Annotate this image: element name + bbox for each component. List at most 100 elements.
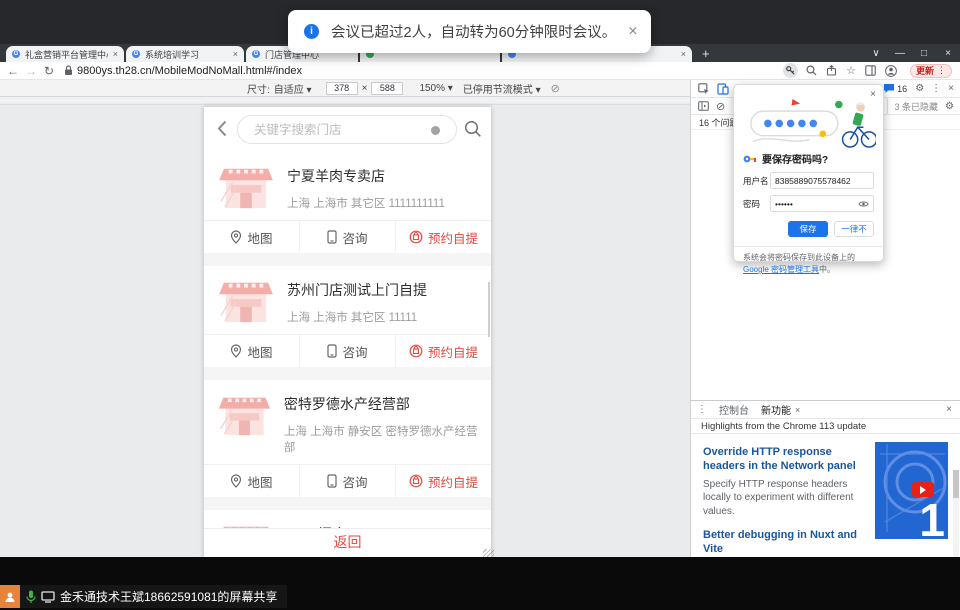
console-sidebar-icon[interactable] (698, 101, 709, 111)
side-panel-icon[interactable] (865, 65, 876, 76)
address-url[interactable]: 9800ys.th28.cn/MobileModNoMall.html#/ind… (77, 65, 302, 77)
pickup-icon (409, 474, 423, 488)
save-password-button[interactable]: 保存 (788, 221, 828, 237)
reload-icon[interactable]: ↻ (40, 64, 58, 78)
tab-title: 礼盒营销平台管理中心 (25, 48, 108, 61)
whats-new-title-1[interactable]: Override HTTP response headers in the Ne… (703, 445, 861, 474)
sharer-avatar-icon[interactable] (0, 585, 20, 608)
pickup-button[interactable]: 预约自提 (396, 221, 491, 253)
device-toolbar-icon[interactable] (717, 83, 729, 95)
map-button[interactable]: 地图 (204, 465, 300, 497)
drawer-close-icon[interactable]: × (946, 404, 952, 415)
map-button[interactable]: 地图 (204, 221, 300, 253)
share-icon[interactable] (826, 65, 837, 76)
new-tab-button[interactable]: + (702, 46, 710, 61)
drawer-menu-icon[interactable]: ⋮ (697, 404, 707, 415)
screen-share-status: 金禾通技术王斌18662591081的屏幕共享 (20, 585, 287, 608)
dimensions-label: 尺寸: (247, 81, 270, 96)
password-label: 密码 (743, 198, 770, 210)
consult-label: 咨询 (342, 472, 367, 491)
whats-new-video-thumbnail[interactable]: 1 (875, 442, 948, 539)
drawer-tab-whats-new[interactable]: 新功能 (761, 402, 791, 417)
password-manager-key-icon (743, 154, 757, 164)
tab-gift-platform[interactable]: G 礼盒营销平台管理中心 × (6, 46, 124, 62)
lock-icon (64, 65, 73, 76)
inspect-element-icon[interactable] (698, 83, 710, 95)
minimize-button[interactable]: — (888, 48, 912, 59)
viewport-width-input[interactable] (326, 82, 358, 95)
password-dots: •••••• (775, 199, 793, 209)
tab-close-icon[interactable]: × (233, 49, 238, 59)
map-label: 地图 (247, 228, 272, 247)
microphone-icon[interactable] (26, 590, 36, 604)
store-search-box[interactable] (237, 115, 457, 144)
map-pin-icon (230, 344, 242, 358)
password-key-icon[interactable] (783, 63, 798, 78)
whats-new-title-2[interactable]: Better debugging in Nuxt and Vite (703, 528, 861, 557)
mobile-search-header (204, 107, 491, 152)
store-name: 苏州门店测试上门自提 (287, 280, 427, 300)
forward-icon[interactable]: → (22, 64, 40, 78)
consult-button[interactable]: 咨询 (300, 221, 396, 253)
console-settings-icon[interactable]: ⚙ (945, 101, 954, 112)
password-manager-link[interactable]: Google 密码管理工具 (743, 265, 819, 274)
viewport-height-input[interactable] (371, 82, 403, 95)
map-label: 地图 (247, 472, 272, 491)
tab-search-icon[interactable]: ∨ (864, 48, 888, 59)
dialog-close-icon[interactable]: × (870, 89, 876, 100)
desktop: G 礼盒营销平台管理中心 × G 系统培训学习 × G 门店管理中心 × + ∨… (0, 0, 960, 610)
pickup-button[interactable]: 预约自提 (396, 465, 491, 497)
back-icon[interactable]: ← (4, 64, 22, 78)
clear-console-icon[interactable]: ⊘ (716, 100, 725, 113)
back-chevron-icon[interactable] (217, 120, 227, 137)
dialog-title: 要保存密码吗? (762, 151, 828, 166)
consult-button[interactable]: 咨询 (300, 335, 396, 367)
dimensions-select[interactable]: 自适应 ▾ (274, 81, 312, 96)
console-messages-icon[interactable] (883, 83, 895, 94)
pickup-button[interactable]: 预约自提 (396, 335, 491, 367)
zoom-icon[interactable] (806, 65, 817, 76)
chrome-update-button[interactable]: 更新 ⋮ (910, 64, 952, 78)
show-password-eye-icon[interactable] (858, 200, 869, 208)
never-save-button[interactable]: 一律不 (834, 221, 874, 237)
password-field[interactable]: •••••• (770, 195, 874, 212)
drawer-scrollbar-thumb[interactable] (953, 470, 959, 498)
gray-dot (431, 126, 440, 135)
screen-share-icon (41, 591, 55, 603)
maximize-button[interactable]: □ (912, 48, 936, 59)
tab-close-icon[interactable]: × (113, 49, 118, 59)
console-message-count: 16 (897, 84, 907, 94)
drawer-tab-bar: ⋮ 控制台 新功能 × × (691, 401, 960, 419)
meeting-notification-banner: i 会议已超过2人，自动转为60分钟限时会议。 × (288, 10, 651, 53)
store-search-input[interactable] (254, 116, 404, 143)
tab-title: 系统培训学习 (145, 48, 228, 61)
search-icon[interactable] (464, 120, 482, 138)
consult-button[interactable]: 咨询 (300, 465, 396, 497)
rotate-viewport-icon[interactable]: ⊘ (551, 82, 560, 95)
bookmark-star-icon[interactable]: ☆ (846, 64, 856, 77)
username-field[interactable]: 8385889075578462 (770, 172, 874, 189)
store-card: 苏州门店测试上门自提 上海 上海市 其它区 11111 地图 咨询 (204, 266, 491, 367)
map-button[interactable]: 地图 (204, 335, 300, 367)
browser-menu-icon[interactable]: ⋮ (937, 65, 946, 76)
close-window-button[interactable]: × (936, 48, 960, 59)
whats-new-body-1: Specify HTTP response headers locally to… (703, 478, 861, 519)
tab-close-icon[interactable]: × (681, 49, 686, 59)
store-card: 宁夏羊肉专卖店 上海 上海市 其它区 1111111111 地图 咨询 (204, 152, 491, 253)
zoom-select[interactable]: 150% ▾ (419, 83, 452, 94)
devtools-menu-icon[interactable]: ⋮ (931, 83, 941, 94)
profile-avatar-icon[interactable] (885, 65, 897, 77)
drawer-tab-console[interactable]: 控制台 (719, 402, 749, 417)
pickup-icon (409, 344, 423, 358)
banner-close-icon[interactable]: × (628, 23, 637, 41)
store-name: 宁夏羊肉专卖店 (287, 166, 445, 186)
viewport-scrollbar[interactable] (488, 282, 490, 337)
tab-training[interactable]: G 系统培训学习 × (126, 46, 244, 62)
devtools-close-icon[interactable]: × (948, 83, 954, 94)
bottom-black-bar: 金禾通技术王斌18662591081的屏幕共享 (0, 557, 960, 610)
throttling-select[interactable]: 已停用节流模式 ▾ (463, 81, 541, 96)
drawer-tab-close-icon[interactable]: × (795, 405, 800, 415)
devtools-settings-icon[interactable]: ⚙ (915, 83, 924, 94)
back-button[interactable]: 返回 (204, 528, 491, 559)
dialog-footer-note: 系统会将密码保存到此设备上的 Google 密码管理工具中。 (734, 246, 883, 276)
